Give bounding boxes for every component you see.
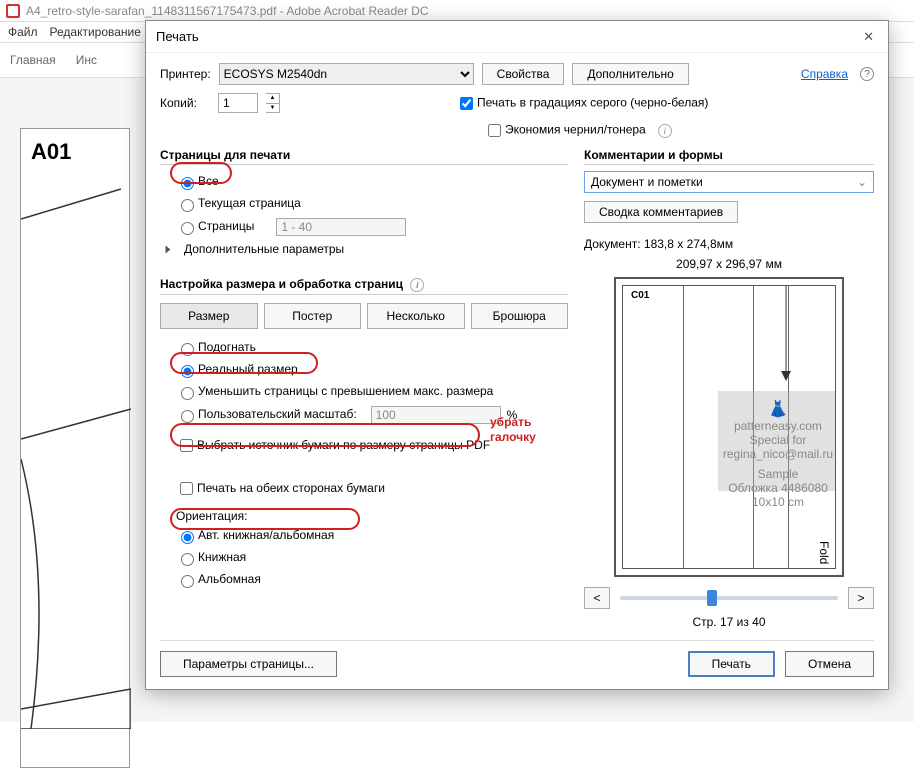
check-paper-source[interactable]: Выбрать источник бумаги по размеру стран… (176, 438, 490, 452)
check-both-sides[interactable]: Печать на обеих сторонах бумаги (176, 481, 385, 495)
pages-range-input[interactable] (276, 218, 406, 236)
menu-file[interactable]: Файл (8, 25, 38, 39)
advanced-button[interactable]: Дополнительно (572, 63, 688, 85)
tab-multiple[interactable]: Несколько (367, 303, 465, 329)
radio-all[interactable]: Все (176, 174, 219, 190)
page-setup-button[interactable]: Параметры страницы... (160, 651, 337, 677)
help-icon[interactable]: ? (860, 67, 874, 81)
tab-booklet[interactable]: Брошюра (471, 303, 569, 329)
pattern-lines (21, 179, 131, 729)
copies-label: Копий: (160, 96, 210, 110)
properties-button[interactable]: Свойства (482, 63, 565, 85)
print-dialog: Печать ✕ Принтер: ECOSYS M2540dn Свойств… (145, 20, 889, 690)
tab-poster[interactable]: Постер (264, 303, 362, 329)
expand-icon[interactable] (166, 245, 171, 253)
watermark: 👗 patterneasy.com Special for regina_nic… (718, 391, 836, 491)
comments-combo[interactable]: Документ и пометки ⌄ (584, 171, 874, 193)
close-button[interactable]: ✕ (859, 29, 878, 45)
print-button[interactable]: Печать (688, 651, 775, 677)
page-counter: Стр. 17 из 40 (584, 615, 874, 629)
page-label: A01 (31, 139, 119, 165)
next-page-button[interactable]: > (848, 587, 874, 609)
orientation-title: Ориентация: (160, 501, 568, 525)
chevron-down-icon: ⌄ (857, 175, 867, 189)
tab-size[interactable]: Размер (160, 303, 258, 329)
radio-orient-auto[interactable]: Авт. книжная/альбомная (176, 528, 334, 544)
tab-home[interactable]: Главная (10, 53, 56, 67)
window-title: A4_retro-style-sarafan_1148311567175473.… (26, 4, 429, 18)
radio-actual[interactable]: Реальный размер (176, 362, 298, 378)
paper-size-label: 209,97 x 296,97 мм (584, 257, 874, 271)
radio-orient-portrait[interactable]: Книжная (176, 550, 246, 566)
grayscale-check[interactable]: Печать в градациях серого (черно-белая) (456, 94, 708, 113)
fold-label: Fold (817, 541, 831, 564)
radio-fit[interactable]: Подогнать (176, 340, 256, 356)
prev-page-button[interactable]: < (584, 587, 610, 609)
printer-select[interactable]: ECOSYS M2540dn (219, 63, 474, 85)
dialog-title: Печать (156, 29, 199, 44)
radio-custom[interactable]: Пользовательский масштаб: (176, 407, 357, 423)
cancel-button[interactable]: Отмена (785, 651, 874, 677)
radio-pages[interactable]: Страницы (176, 219, 254, 235)
info-icon[interactable]: i (410, 278, 424, 292)
more-options[interactable]: Дополнительные параметры (184, 242, 344, 256)
comments-section-title: Комментарии и формы (584, 148, 874, 165)
pdf-icon (6, 4, 20, 18)
menu-edit[interactable]: Редактирование (50, 25, 141, 39)
pages-section-title: Страницы для печати (160, 148, 568, 165)
radio-current[interactable]: Текущая страница (176, 196, 301, 212)
help-link[interactable]: Справка (801, 67, 848, 81)
document-page: A01 (20, 128, 130, 768)
summary-button[interactable]: Сводка комментариев (584, 201, 738, 223)
preview-page-label: C01 (631, 290, 649, 301)
page-slider[interactable] (620, 596, 838, 600)
ink-save-check[interactable]: Экономия чернил/тонера (484, 121, 646, 140)
tab-tools[interactable]: Инс (76, 53, 97, 67)
copies-spinner[interactable]: ▲▼ (266, 93, 280, 113)
app-titlebar: A4_retro-style-sarafan_1148311567175473.… (0, 0, 914, 22)
custom-scale-input[interactable] (371, 406, 501, 424)
annotation-text: убрать галочку (490, 414, 568, 445)
print-preview: C01 👗 patterneasy.com Special for regina… (614, 277, 844, 577)
sizing-section-title: Настройка размера и обработка страниц (160, 277, 403, 291)
radio-orient-landscape[interactable]: Альбомная (176, 572, 261, 588)
dialog-titlebar: Печать ✕ (146, 21, 888, 53)
radio-shrink[interactable]: Уменьшить страницы с превышением макс. р… (176, 384, 493, 400)
printer-label: Принтер: (160, 67, 211, 81)
copies-input[interactable] (218, 93, 258, 113)
info-icon[interactable]: i (658, 124, 672, 138)
doc-size-label: Документ: 183,8 x 274,8мм (584, 237, 874, 251)
